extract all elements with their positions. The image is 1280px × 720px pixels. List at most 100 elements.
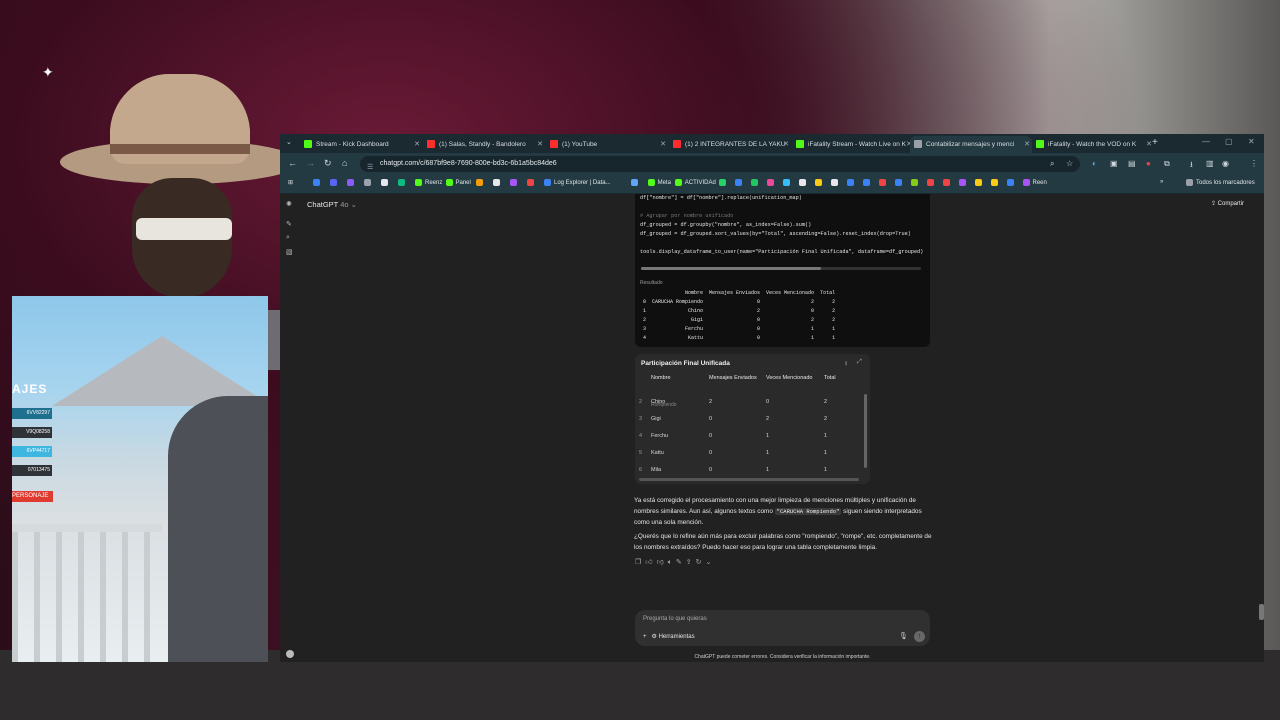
- bookmark-item[interactable]: [750, 179, 761, 186]
- all-bookmarks-folder[interactable]: Todos los marcadores: [1186, 179, 1255, 186]
- bookmark-item[interactable]: [814, 179, 825, 186]
- dataframe-header-cell[interactable]: Veces Mencionado: [766, 375, 812, 381]
- bookmark-item[interactable]: Reen: [1022, 179, 1047, 186]
- close-tab-icon[interactable]: ✕: [783, 136, 789, 153]
- openai-logo-icon[interactable]: ✺: [286, 200, 292, 208]
- download-icon[interactable]: ⭳: [845, 359, 847, 369]
- bookmark-item[interactable]: [381, 179, 391, 186]
- expand-icon[interactable]: ⤢: [857, 359, 862, 366]
- bookmark-item[interactable]: [313, 179, 323, 186]
- extension-icon[interactable]: ▣: [1110, 159, 1118, 168]
- bookmark-item[interactable]: [830, 179, 841, 186]
- share-icon[interactable]: ⇪: [686, 559, 696, 566]
- dataframe-header-cell[interactable]: Nombre: [651, 375, 671, 381]
- microphone-icon[interactable]: 🎙︎: [899, 632, 908, 640]
- browser-tab[interactable]: (1) YouTube ✕: [546, 136, 668, 153]
- more-bookmarks-icon[interactable]: »: [1160, 179, 1163, 185]
- bookmark-item[interactable]: [630, 179, 641, 186]
- extension-icon[interactable]: ●: [1146, 159, 1151, 168]
- bookmark-item[interactable]: Meta: [647, 179, 671, 186]
- library-icon[interactable]: ▧: [286, 248, 293, 256]
- bookmark-item[interactable]: [862, 179, 873, 186]
- bookmark-item[interactable]: [510, 179, 520, 186]
- bookmark-item[interactable]: [527, 179, 537, 186]
- browser-tab[interactable]: Contabilizar mensajes y menci ✕: [910, 136, 1032, 153]
- dataframe-row[interactable]: 4 Ferchu 0 1 1: [635, 428, 870, 445]
- home-icon[interactable]: ⌂: [342, 158, 347, 168]
- tools-button[interactable]: + ⚙ Herramientas: [643, 633, 695, 640]
- bookmark-item[interactable]: [782, 179, 793, 186]
- browser-tab[interactable]: iFatality - Watch the VOD on K ✕: [1032, 136, 1154, 153]
- copy-icon[interactable]: ❐: [635, 559, 645, 566]
- bookmark-item[interactable]: [364, 179, 374, 186]
- plus-icon[interactable]: +: [643, 634, 647, 640]
- bookmark-item[interactable]: ACTIVIDAd: [674, 179, 716, 186]
- bookmark-item[interactable]: [734, 179, 745, 186]
- profile-icon[interactable]: ◉: [1222, 159, 1229, 168]
- bookmark-item[interactable]: [766, 179, 777, 186]
- user-avatar[interactable]: [286, 650, 294, 658]
- bookmark-item[interactable]: [894, 179, 905, 186]
- bookmark-item[interactable]: Reenz: [415, 179, 442, 186]
- bookmark-item[interactable]: [942, 179, 953, 186]
- bookmark-item[interactable]: [990, 179, 1001, 186]
- bookmark-item[interactable]: [798, 179, 809, 186]
- dataframe-header-cell[interactable]: Mensajes Enviados: [709, 375, 757, 381]
- new-tab-button[interactable]: +: [1152, 137, 1158, 148]
- sidebar-icon[interactable]: ▥: [1206, 159, 1214, 168]
- bookmark-item[interactable]: [958, 179, 969, 186]
- bookmark-item[interactable]: [926, 179, 937, 186]
- bookmark-item[interactable]: Panel: [445, 179, 471, 186]
- character-tag[interactable]: 6VP44717: [12, 446, 52, 457]
- bookmark-item[interactable]: [974, 179, 985, 186]
- dataframe-row[interactable]: 3 Gigi 0 2 2: [635, 411, 870, 428]
- send-button[interactable]: ↑: [914, 631, 925, 642]
- code-scrollbar[interactable]: [641, 267, 921, 270]
- model-selector[interactable]: ChatGPT 4o ⌄: [307, 200, 357, 209]
- bookmark-item[interactable]: [846, 179, 857, 186]
- search-icon[interactable]: ⌕: [1050, 159, 1054, 169]
- extension-icon[interactable]: ▤: [1128, 159, 1136, 168]
- dataframe-vertical-scrollbar[interactable]: [864, 394, 867, 468]
- reload-icon[interactable]: ↻: [324, 158, 332, 169]
- personaje-button[interactable]: PERSONAJE: [12, 491, 53, 502]
- chat-composer[interactable]: Pregunta lo que quieras + ⚙ Herramientas…: [635, 610, 930, 646]
- forward-icon[interactable]: →: [306, 158, 315, 168]
- minimize-icon[interactable]: —: [1202, 137, 1210, 146]
- search-chats-icon[interactable]: ⌕: [286, 234, 290, 242]
- character-tag[interactable]: 07013475: [12, 465, 52, 476]
- download-icon[interactable]: ⭳: [1190, 159, 1193, 173]
- bookmark-star-icon[interactable]: ☆: [1066, 159, 1073, 168]
- bookmark-item[interactable]: [718, 179, 729, 186]
- browser-tab[interactable]: (1) 2 INTEGRANTES DE LA YAKU ✕: [669, 136, 791, 153]
- bookmark-item[interactable]: [493, 179, 503, 186]
- close-tab-icon[interactable]: ✕: [660, 136, 666, 153]
- bookmark-item[interactable]: [476, 179, 486, 186]
- menu-icon[interactable]: ⋮: [1250, 159, 1258, 168]
- close-tab-icon[interactable]: ✕: [537, 136, 543, 153]
- share-button[interactable]: ⇪ Compartir: [1211, 200, 1244, 207]
- bookmark-item[interactable]: Log Explorer | Data...: [544, 179, 611, 186]
- thumbs-up-icon[interactable]: 👍︎: [645, 559, 656, 566]
- close-tab-icon[interactable]: ✕: [1024, 136, 1030, 153]
- bookmark-item[interactable]: [347, 179, 357, 186]
- apps-icon[interactable]: ⊞: [288, 179, 293, 186]
- dataframe-horizontal-scrollbar[interactable]: [639, 478, 859, 481]
- url-bar[interactable]: ☰ chatgpt.com/c/687bf9e8-7690-800e-bd3c-…: [360, 156, 1080, 172]
- new-chat-icon[interactable]: ✎: [286, 220, 292, 228]
- bookmark-item[interactable]: [398, 179, 408, 186]
- bookmark-item[interactable]: [330, 179, 340, 186]
- thumbs-down-icon[interactable]: 👎︎: [657, 559, 668, 566]
- bookmark-item[interactable]: [878, 179, 889, 186]
- dataframe-row[interactable]: 6 Mila 0 1 1: [635, 462, 870, 479]
- character-tag[interactable]: V9Q08258: [12, 427, 52, 438]
- edit-icon[interactable]: ✎: [676, 559, 686, 566]
- composer-input[interactable]: Pregunta lo que quieras: [643, 616, 707, 622]
- dataframe-row[interactable]: 2 Chino 2 0 2: [635, 394, 870, 411]
- regenerate-icon[interactable]: ↻⌄: [696, 559, 716, 566]
- maximize-icon[interactable]: ▢: [1225, 137, 1233, 146]
- tab-search-icon[interactable]: ⌄: [286, 138, 292, 146]
- extension-icon[interactable]: ◐: [1092, 159, 1097, 168]
- browser-tab[interactable]: (1) Salas, Standly - Bandolero ✕: [423, 136, 545, 153]
- bookmark-item[interactable]: [1006, 179, 1017, 186]
